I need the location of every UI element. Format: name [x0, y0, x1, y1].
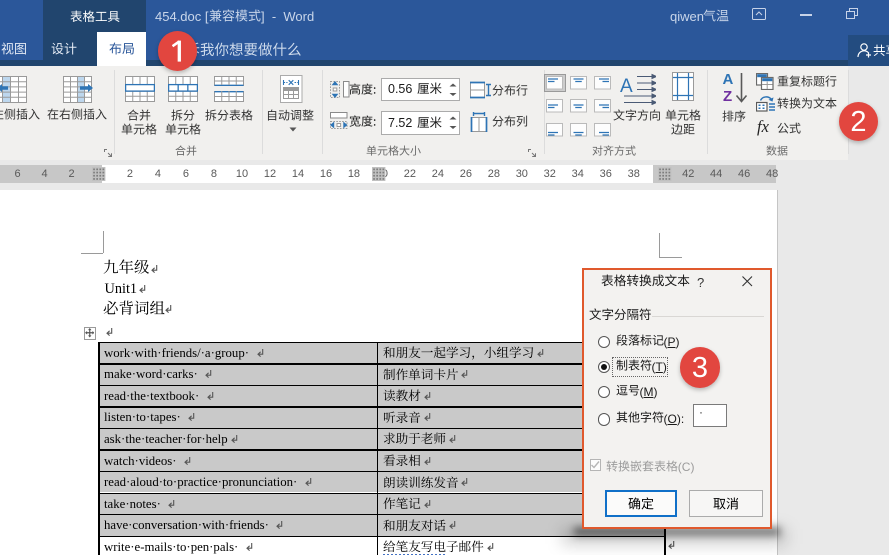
- svg-text:A: A: [620, 76, 633, 97]
